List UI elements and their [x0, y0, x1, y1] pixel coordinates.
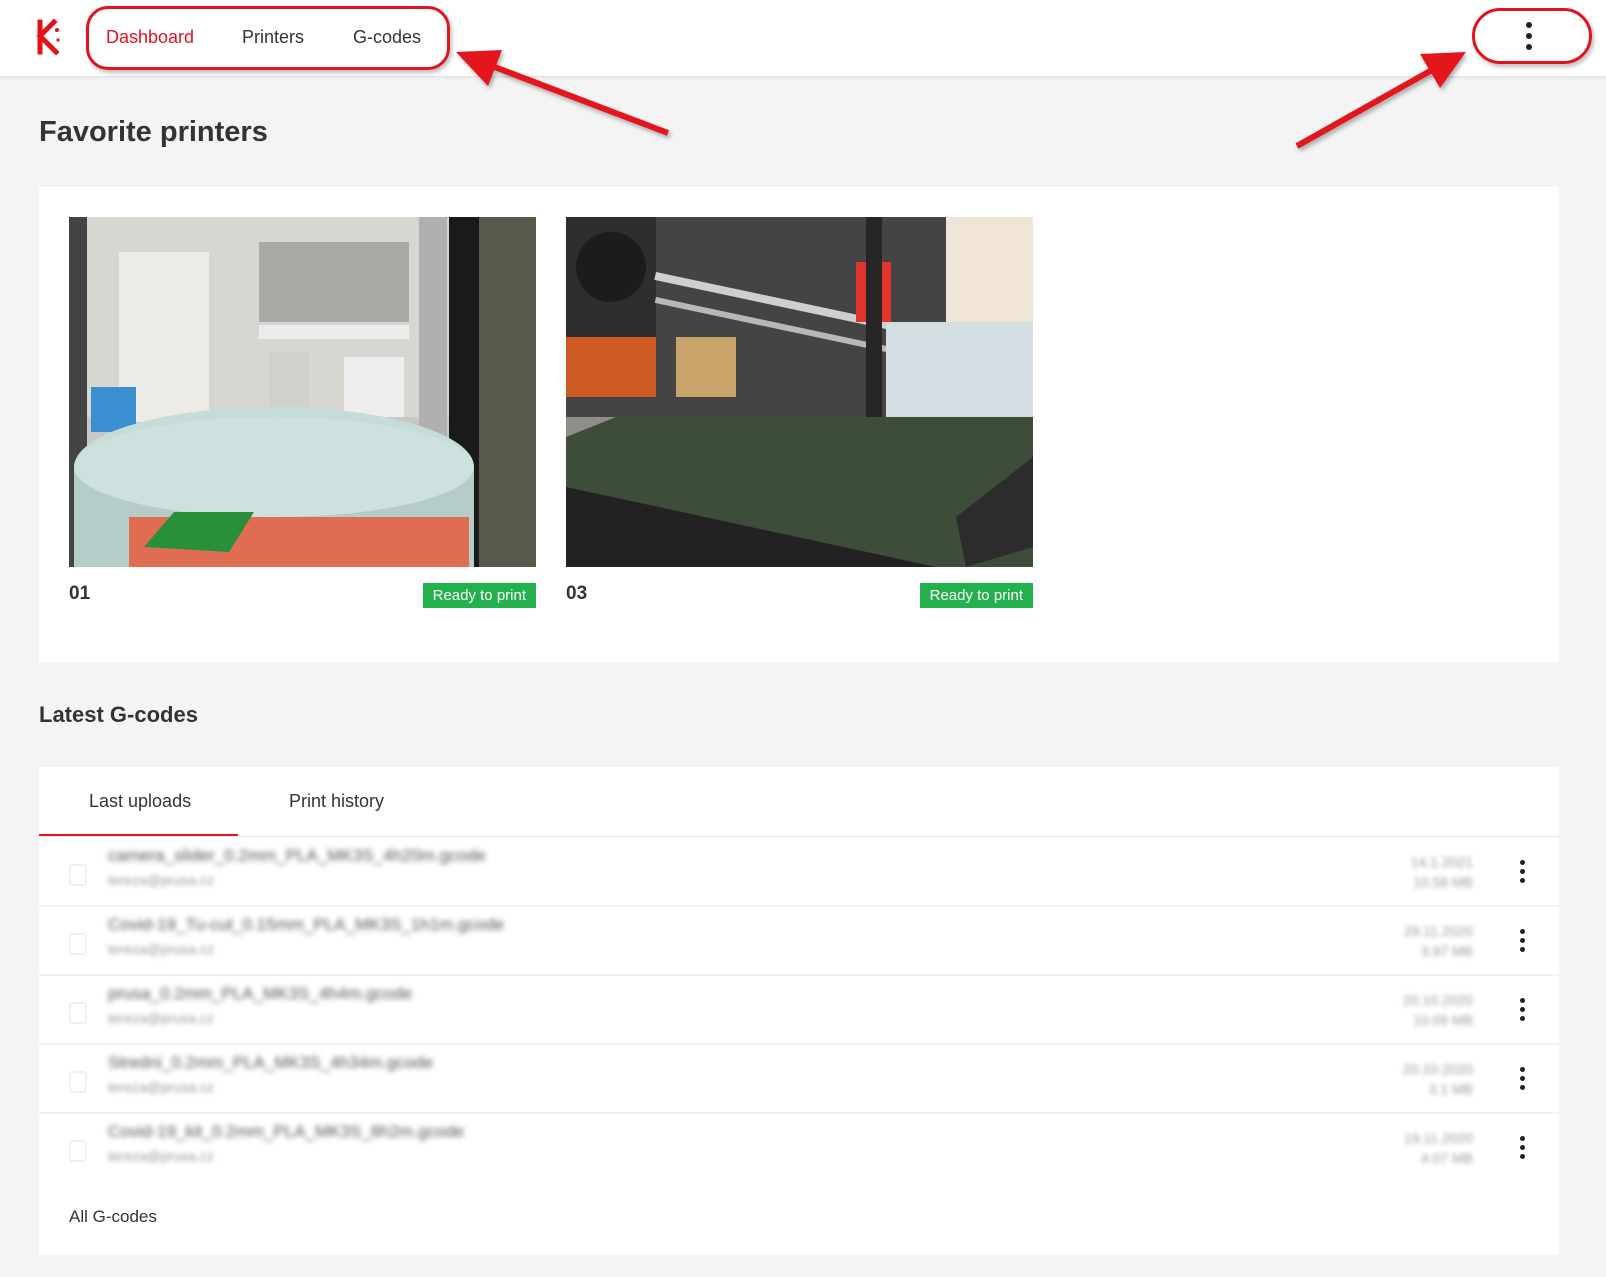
active-tab-indicator — [39, 834, 238, 836]
printer-name: 03 — [566, 583, 588, 604]
gcode-tabs: Last uploads Print history — [39, 767, 1559, 837]
gcode-owner: tereza@prusa.cz — [108, 1148, 215, 1164]
row-menu-icon[interactable] — [1519, 929, 1525, 956]
menu-highlight-annotation — [1472, 8, 1592, 64]
table-row[interactable]: Stredni_0.2mm_PLA_MK3S_4h34m.gcode terez… — [39, 1045, 1559, 1114]
tab-print-history[interactable]: Print history — [289, 791, 384, 812]
gcode-file-name[interactable]: Covid-19_kit_0.2mm_PLA_MK3S_8h2m.gcode — [108, 1122, 464, 1142]
all-gcodes-link[interactable]: All G-codes — [69, 1207, 157, 1227]
printer-camera-image[interactable] — [566, 217, 1033, 567]
gcode-size: 3.97 MB — [1420, 943, 1473, 959]
gcode-file-name[interactable]: Stredni_0.2mm_PLA_MK3S_4h34m.gcode — [108, 1053, 433, 1073]
table-row[interactable]: prusa_0.2mm_PLA_MK3S_4h4m.gcode tereza@p… — [39, 976, 1559, 1045]
gcode-owner: tereza@prusa.cz — [108, 872, 215, 888]
status-badge: Ready to print — [422, 583, 536, 608]
row-checkbox[interactable] — [69, 933, 87, 955]
printer-name: 01 — [69, 583, 91, 604]
gcode-date: 29.11.2020 — [1403, 923, 1473, 939]
row-checkbox[interactable] — [69, 1140, 87, 1162]
gcode-file-name[interactable]: camera_slider_0.2mm_PLA_MK3S_4h20m.gcode — [108, 846, 486, 866]
row-checkbox[interactable] — [69, 1002, 87, 1024]
gcode-date: 19.11.2020 — [1403, 1130, 1473, 1146]
row-menu-icon[interactable] — [1519, 1067, 1525, 1094]
gcode-date: 20.10.2020 — [1402, 992, 1473, 1008]
printer-card[interactable]: 01 Ready to print — [69, 217, 536, 608]
gcode-owner: tereza@prusa.cz — [108, 1010, 215, 1026]
status-badge: Ready to print — [919, 583, 1033, 608]
row-checkbox[interactable] — [69, 1071, 87, 1093]
gcode-date: 14.1.2021 — [1410, 854, 1473, 870]
row-menu-icon[interactable] — [1519, 860, 1525, 887]
table-row[interactable]: Covid-19_Tu-cut_0.15mm_PLA_MK3S_1h1m.gco… — [39, 907, 1559, 976]
nav-dashboard[interactable]: Dashboard — [106, 27, 194, 48]
row-checkbox[interactable] — [69, 864, 87, 886]
latest-gcodes-heading: Latest G-codes — [39, 702, 198, 727]
favorite-printers-card: 01 Ready to print 03 Ready to print — [39, 187, 1559, 662]
printer-camera-image[interactable] — [69, 217, 536, 567]
table-row[interactable]: camera_slider_0.2mm_PLA_MK3S_4h20m.gcode… — [39, 838, 1559, 907]
row-menu-icon[interactable] — [1519, 998, 1525, 1025]
gcode-owner: tereza@prusa.cz — [108, 1079, 215, 1095]
printer-card[interactable]: 03 Ready to print — [566, 217, 1033, 608]
gcode-owner: tereza@prusa.cz — [108, 941, 215, 957]
gcode-size: 10.09 MB — [1413, 1012, 1473, 1028]
brand-logo-icon[interactable] — [36, 18, 62, 56]
gcode-date: 20.10.2020 — [1402, 1061, 1473, 1077]
kebab-menu-icon[interactable] — [1526, 22, 1532, 55]
tab-last-uploads[interactable]: Last uploads — [89, 791, 191, 812]
top-navigation-bar: Dashboard Printers G-codes — [0, 0, 1606, 77]
nav-printers[interactable]: Printers — [242, 27, 304, 48]
table-row[interactable]: Covid-19_kit_0.2mm_PLA_MK3S_8h2m.gcode t… — [39, 1114, 1559, 1183]
gcode-size: 10.58 MB — [1413, 874, 1473, 890]
latest-gcodes-card: Last uploads Print history camera_slider… — [39, 767, 1559, 1255]
favorite-printers-heading: Favorite printers — [39, 116, 268, 148]
gcode-file-name[interactable]: prusa_0.2mm_PLA_MK3S_4h4m.gcode — [108, 984, 412, 1004]
nav-gcodes[interactable]: G-codes — [353, 27, 421, 48]
row-menu-icon[interactable] — [1519, 1136, 1525, 1163]
gcode-size: 4.07 MB — [1420, 1150, 1473, 1166]
gcode-file-name[interactable]: Covid-19_Tu-cut_0.15mm_PLA_MK3S_1h1m.gco… — [108, 915, 504, 935]
gcode-size: 3.1 MB — [1428, 1081, 1473, 1097]
